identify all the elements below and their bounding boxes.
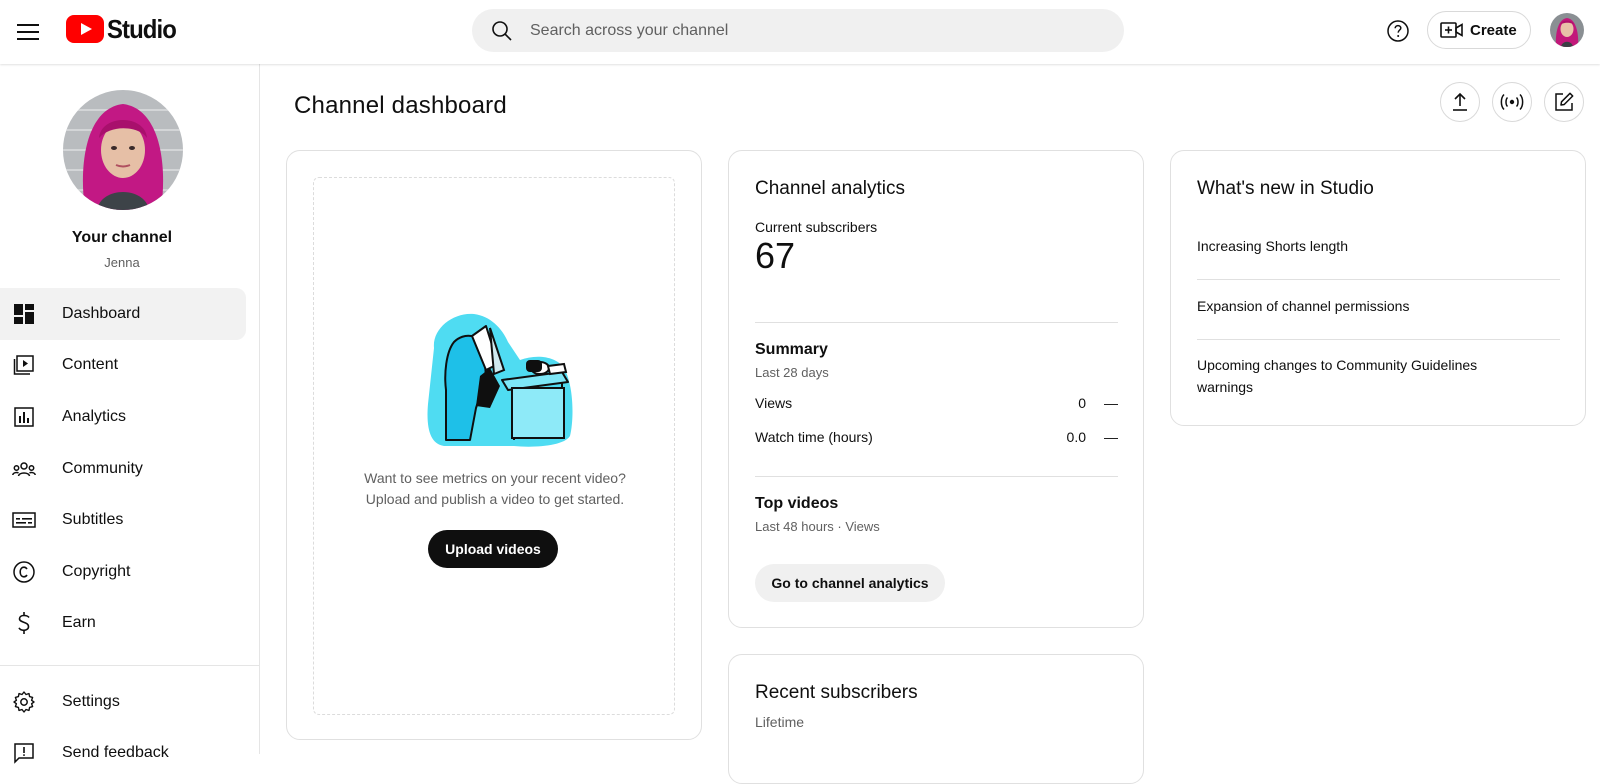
divider xyxy=(755,476,1118,477)
search-icon xyxy=(492,20,512,41)
edit-icon xyxy=(1555,92,1574,111)
sidebar-item-label: Content xyxy=(62,356,119,374)
sidebar-item-dashboard[interactable]: Dashboard xyxy=(0,288,246,340)
upload-message-line-2: Upload and publish a video to get starte… xyxy=(365,491,625,507)
upload-dropzone: Want to see metrics on your recent video… xyxy=(313,177,675,715)
channel-avatar[interactable] xyxy=(63,90,183,210)
sidebar-item-content[interactable]: Content xyxy=(0,340,246,392)
channel-title[interactable]: Your channel xyxy=(0,229,244,247)
earn-icon xyxy=(12,611,36,635)
create-video-icon xyxy=(1440,22,1463,38)
top-videos-period: Last 48 hours · Views xyxy=(755,519,880,534)
sidebar-item-label: Earn xyxy=(62,614,96,632)
sidebar-item-label: Copyright xyxy=(62,562,131,580)
stat-delta: — xyxy=(1104,429,1118,445)
live-broadcast-icon xyxy=(1500,93,1524,111)
sidebar-item-settings[interactable]: Settings xyxy=(0,676,246,728)
divider xyxy=(1197,339,1560,340)
feedback-icon xyxy=(12,741,36,765)
stat-row-watch-time: Watch time (hours) 0.0 — xyxy=(755,429,1118,445)
divider xyxy=(1197,279,1560,280)
subscribers-label: Current subscribers xyxy=(755,219,878,235)
news-item[interactable]: Increasing Shorts length xyxy=(1197,235,1560,257)
avatar-image xyxy=(1550,13,1584,47)
help-icon xyxy=(1387,20,1409,42)
sidebar-item-community[interactable]: Community xyxy=(0,443,246,495)
subscribers-count: 67 xyxy=(755,235,796,276)
sidebar: Your channel Jenna Dashboard Content Ana… xyxy=(0,64,260,765)
content-icon xyxy=(12,353,36,377)
stat-value: 0.0 xyxy=(1066,429,1086,445)
upload-message: Want to see metrics on your recent video… xyxy=(314,468,676,510)
recent-subscribers-period: Lifetime xyxy=(755,714,805,730)
dashboard-icon xyxy=(12,302,36,326)
create-label: Create xyxy=(1470,21,1517,39)
page-title: Channel dashboard xyxy=(294,92,507,119)
upload-message-line-1: Want to see metrics on your recent video… xyxy=(364,470,626,486)
logo-text: Studio xyxy=(107,13,177,44)
recent-subscribers-title: Recent subscribers xyxy=(755,682,918,703)
sidebar-item-label: Send feedback xyxy=(62,744,169,762)
create-post-button[interactable] xyxy=(1544,82,1584,122)
sidebar-item-label: Analytics xyxy=(62,407,127,425)
news-item[interactable]: Upcoming changes to Community Guidelines… xyxy=(1197,354,1497,398)
go-to-channel-analytics-button[interactable]: Go to channel analytics xyxy=(755,564,945,602)
stat-label: Views xyxy=(755,395,793,411)
sidebar-item-label: Community xyxy=(62,459,143,477)
sidebar-divider xyxy=(0,665,259,666)
hamburger-menu-button[interactable] xyxy=(8,12,48,52)
create-button[interactable]: Create xyxy=(1427,11,1531,49)
summary-title: Summary xyxy=(755,341,828,358)
upload-illustration xyxy=(427,313,573,447)
upload-video-card: Want to see metrics on your recent video… xyxy=(286,150,702,740)
community-icon xyxy=(12,457,36,481)
gear-icon xyxy=(12,690,36,714)
sidebar-nav: Dashboard Content Analytics Community Su… xyxy=(0,288,260,649)
channel-name: Jenna xyxy=(104,255,140,270)
top-videos-title: Top videos xyxy=(755,495,839,512)
stat-label: Watch time (hours) xyxy=(755,429,873,445)
upload-videos-button[interactable]: Upload videos xyxy=(428,530,558,568)
search-input[interactable] xyxy=(530,21,1090,40)
whats-new-title: What's new in Studio xyxy=(1197,178,1374,199)
top-bar: Studio Create xyxy=(0,0,1600,64)
upload-icon xyxy=(1453,92,1467,111)
sidebar-item-earn[interactable]: Earn xyxy=(0,598,246,650)
channel-avatar-image xyxy=(63,90,183,210)
youtube-logo-icon xyxy=(66,15,104,43)
menu-icon xyxy=(17,24,39,40)
subtitles-icon xyxy=(12,508,36,532)
divider xyxy=(755,322,1118,323)
analytics-icon xyxy=(12,405,36,429)
stat-value: 0 xyxy=(1078,395,1086,411)
sidebar-item-label: Dashboard xyxy=(62,304,141,322)
upload-button[interactable] xyxy=(1440,82,1480,122)
sidebar-item-label: Subtitles xyxy=(62,511,124,529)
search-bar[interactable] xyxy=(472,9,1124,52)
sidebar-bottom-nav: Settings Send feedback xyxy=(0,676,260,779)
sidebar-item-label: Settings xyxy=(62,692,120,710)
stat-delta: — xyxy=(1104,395,1118,411)
summary-period: Last 28 days xyxy=(755,365,829,380)
recent-subscribers-card: Recent subscribers Lifetime xyxy=(728,654,1144,784)
sidebar-item-analytics[interactable]: Analytics xyxy=(0,391,246,443)
stat-row-views: Views 0 — xyxy=(755,395,1118,411)
news-item[interactable]: Expansion of channel permissions xyxy=(1197,295,1560,317)
copyright-icon xyxy=(12,560,36,584)
help-button[interactable] xyxy=(1380,13,1416,49)
sidebar-item-subtitles[interactable]: Subtitles xyxy=(0,494,246,546)
sidebar-item-copyright[interactable]: Copyright xyxy=(0,546,246,598)
go-live-button[interactable] xyxy=(1492,82,1532,122)
channel-analytics-card: Channel analytics Current subscribers 67… xyxy=(728,150,1144,628)
analytics-card-title: Channel analytics xyxy=(755,178,905,199)
sidebar-item-send-feedback[interactable]: Send feedback xyxy=(0,728,246,780)
studio-logo[interactable]: Studio xyxy=(66,14,182,44)
whats-new-card: What's new in Studio Increasing Shorts l… xyxy=(1170,150,1586,426)
account-avatar[interactable] xyxy=(1550,13,1584,47)
